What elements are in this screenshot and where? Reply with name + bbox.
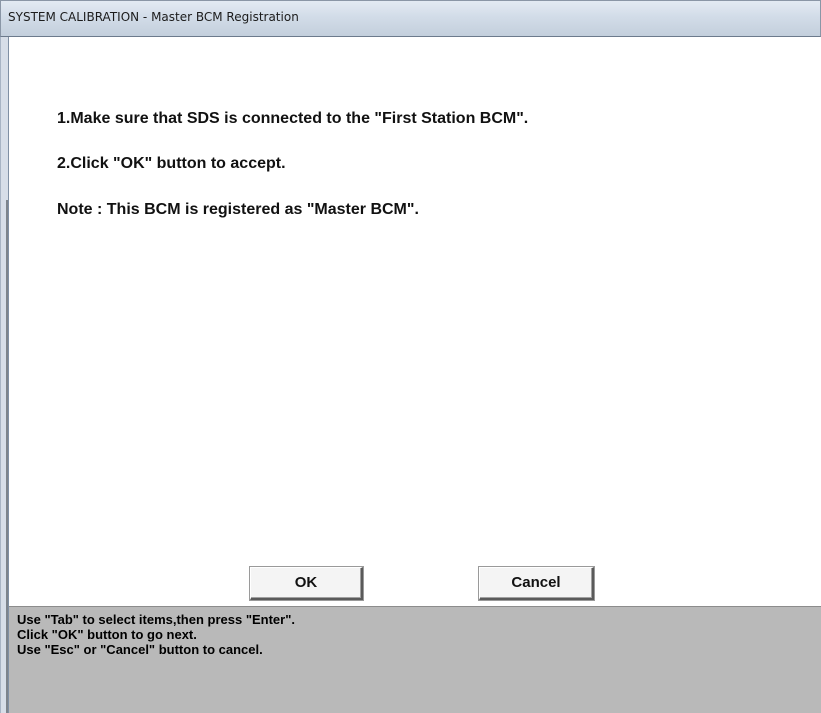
help-line-ok: Click "OK" button to go next. [17, 627, 197, 642]
ok-button[interactable]: OK [250, 567, 363, 600]
help-text: Use "Tab" to select items,then press "En… [17, 612, 295, 657]
cancel-button[interactable]: Cancel [479, 567, 594, 600]
instruction-step-2: 2.Click "OK" button to accept. [57, 155, 286, 172]
calibration-window: SYSTEM CALIBRATION - Master BCM Registra… [0, 0, 821, 713]
instruction-step-1: 1.Make sure that SDS is connected to the… [57, 110, 529, 127]
window-title: SYSTEM CALIBRATION - Master BCM Registra… [8, 10, 299, 24]
title-bar[interactable]: SYSTEM CALIBRATION - Master BCM Registra… [0, 0, 821, 37]
help-line-cancel: Use "Esc" or "Cancel" button to cancel. [17, 642, 263, 657]
dialog-content-area: 1.Make sure that SDS is connected to the… [9, 38, 821, 606]
window-left-frame-shadow [6, 200, 8, 713]
help-line-tab: Use "Tab" to select items,then press "En… [17, 612, 295, 627]
help-status-bar: Use "Tab" to select items,then press "En… [9, 606, 821, 713]
instruction-note: Note : This BCM is registered as "Master… [57, 201, 419, 218]
